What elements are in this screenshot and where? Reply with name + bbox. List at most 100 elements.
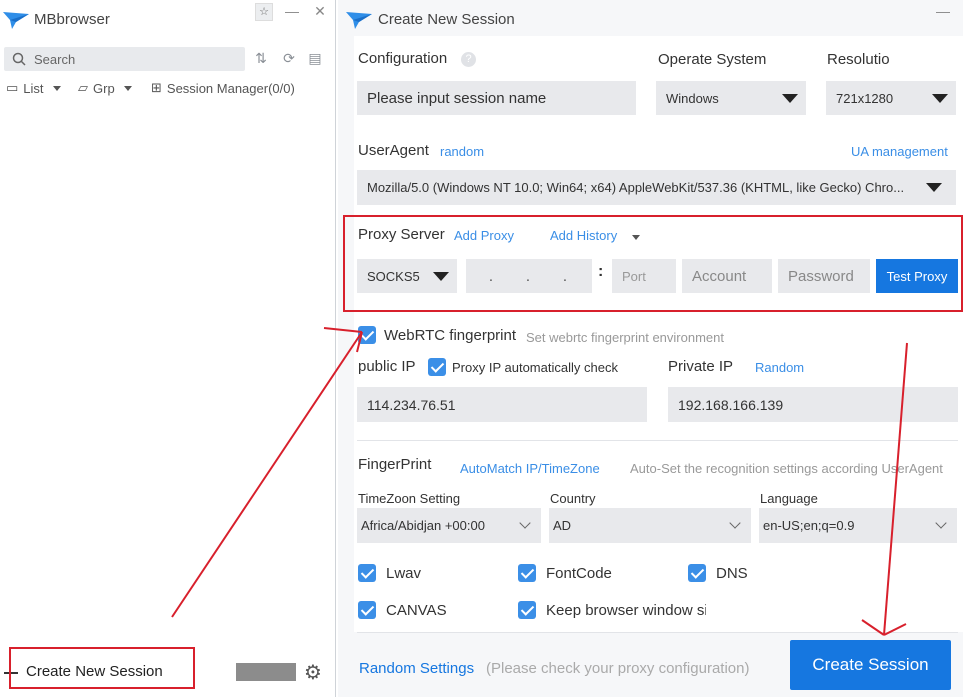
- status-bar-placeholder: [236, 663, 296, 681]
- list-icon: ▭: [6, 80, 19, 95]
- proxy-ip-input[interactable]: . . .: [466, 259, 592, 293]
- chevron-down-icon: [935, 517, 947, 529]
- sync-icon[interactable]: ⟳: [280, 49, 298, 67]
- os-label: Operate System: [658, 51, 767, 68]
- canvas-checkbox[interactable]: [358, 601, 376, 619]
- random-settings-link[interactable]: Random Settings: [359, 660, 474, 677]
- keep-window-checkbox[interactable]: [518, 601, 536, 619]
- timezone-label: TimeZoon Setting: [358, 491, 461, 506]
- ua-management-link[interactable]: UA management: [851, 144, 948, 159]
- folder-icon: ▱: [78, 80, 88, 95]
- view-list-label: List: [23, 80, 44, 96]
- search-input[interactable]: Search: [4, 47, 245, 71]
- chevron-down-icon: [519, 517, 531, 529]
- sort-icon[interactable]: ⇅: [252, 49, 270, 67]
- dialog-title: Create New Session: [378, 11, 515, 28]
- add-proxy-link[interactable]: Add Proxy: [454, 228, 514, 243]
- webrtc-hint: Set webrtc fingerprint environment: [526, 330, 724, 345]
- webrtc-label: WebRTC fingerprint: [384, 327, 516, 344]
- automatch-link[interactable]: AutoMatch IP/TimeZone: [460, 461, 600, 476]
- port-separator: :: [598, 263, 604, 280]
- view-group-toggle[interactable]: ▱ Grp: [78, 80, 132, 96]
- footer-hint: (Please check your proxy configuration): [486, 660, 750, 677]
- resolution-select[interactable]: 721x1280: [826, 81, 956, 115]
- private-ip-input[interactable]: 192.168.166.139: [668, 387, 958, 422]
- close-icon[interactable]: ✕: [311, 3, 329, 20]
- autoset-hint: Auto-Set the recognition settings accord…: [630, 461, 943, 476]
- fontcode-checkbox[interactable]: [518, 564, 536, 582]
- public-ip-label: public IP: [358, 358, 416, 375]
- private-ip-random-link[interactable]: Random: [755, 360, 804, 375]
- session-name-input[interactable]: Please input session name: [357, 81, 636, 115]
- os-value: Windows: [666, 90, 719, 106]
- chevron-down-icon: [123, 85, 132, 91]
- language-select[interactable]: en-US;en;q=0.9: [759, 508, 957, 543]
- view-list-toggle[interactable]: ▭ List: [6, 80, 61, 96]
- useragent-select[interactable]: Mozilla/5.0 (Windows NT 10.0; Win64; x64…: [357, 170, 956, 205]
- lwav-label: Lwav: [386, 565, 422, 582]
- session-manager-tab[interactable]: ⊞ Session Manager(0/0): [151, 80, 295, 96]
- public-ip-value: 114.234.76.51: [367, 396, 456, 413]
- mbbrowser-logo-icon: [346, 12, 372, 29]
- chevron-down-icon: [729, 517, 741, 529]
- gear-icon[interactable]: ⚙: [304, 660, 322, 685]
- fontcode-label: FontCode: [546, 565, 612, 582]
- dropdown-triangle-icon: [433, 272, 449, 281]
- proxy-account-placeholder: Account: [692, 267, 747, 285]
- lwav-checkbox[interactable]: [358, 564, 376, 582]
- dropdown-triangle-icon: [932, 94, 948, 103]
- search-placeholder: Search: [34, 52, 76, 67]
- proxy-type-select[interactable]: SOCKS5: [357, 259, 457, 293]
- fingerprint-label: FingerPrint: [358, 456, 432, 473]
- proxy-server-label: Proxy Server: [358, 226, 445, 243]
- public-ip-input[interactable]: 114.234.76.51: [357, 387, 647, 422]
- country-value: AD: [553, 518, 572, 533]
- country-select[interactable]: AD: [549, 508, 751, 543]
- language-label: Language: [760, 491, 818, 506]
- create-session-button[interactable]: Create Session: [790, 640, 951, 690]
- resolution-value: 721x1280: [836, 90, 894, 106]
- add-history-link[interactable]: Add History: [550, 228, 617, 243]
- footer-divider: [357, 632, 958, 633]
- language-value: en-US;en;q=0.9: [763, 518, 855, 533]
- session-list-panel: MBbrowser ☆ — ✕ Search ⇅ ⟳ ▤ ▭ List ▱ Gr…: [0, 0, 336, 697]
- country-label: Country: [550, 491, 596, 506]
- dropdown-triangle-icon: [782, 94, 798, 103]
- annotation-highlight-create: [9, 647, 195, 689]
- chevron-down-icon[interactable]: [632, 235, 640, 240]
- proxy-port-input[interactable]: Port: [612, 259, 676, 293]
- mbbrowser-logo-icon: [3, 12, 29, 29]
- private-ip-value: 192.168.166.139: [678, 396, 784, 413]
- pin-icon[interactable]: ☆: [255, 3, 273, 21]
- proxy-account-input[interactable]: Account: [682, 259, 772, 293]
- dns-checkbox[interactable]: [688, 564, 706, 582]
- minimize-icon[interactable]: —: [283, 3, 301, 19]
- dns-label: DNS: [716, 565, 748, 582]
- section-divider: [357, 440, 958, 441]
- proxy-ip-check-checkbox[interactable]: [428, 358, 446, 376]
- os-select[interactable]: Windows: [656, 81, 806, 115]
- grid-icon: ⊞: [151, 80, 162, 95]
- chevron-down-icon: [52, 85, 61, 91]
- app-title: MBbrowser: [34, 11, 110, 28]
- private-ip-label: Private IP: [668, 358, 734, 375]
- useragent-value: Mozilla/5.0 (Windows NT 10.0; Win64; x64…: [367, 180, 905, 195]
- session-name-placeholder: Please input session name: [367, 89, 547, 107]
- proxy-type-value: SOCKS5: [367, 268, 420, 284]
- proxy-password-input[interactable]: Password: [778, 259, 870, 293]
- minimize-icon[interactable]: —: [934, 3, 952, 19]
- help-icon[interactable]: ?: [461, 52, 476, 67]
- search-icon: [12, 52, 26, 66]
- proxy-password-placeholder: Password: [788, 267, 854, 285]
- resolution-label: Resolutio: [827, 51, 890, 68]
- timezone-value: Africa/Abidjan +00:00: [361, 518, 485, 533]
- webrtc-checkbox[interactable]: [358, 326, 376, 344]
- canvas-label: CANVAS: [386, 602, 447, 619]
- proxy-ip-check-label: Proxy IP automatically check: [452, 360, 618, 375]
- timezone-select[interactable]: Africa/Abidjan +00:00: [357, 508, 541, 543]
- useragent-random-link[interactable]: random: [440, 144, 484, 159]
- clipboard-icon[interactable]: ▤: [306, 49, 324, 67]
- dropdown-triangle-icon: [926, 183, 942, 192]
- test-proxy-button[interactable]: Test Proxy: [876, 259, 958, 293]
- keep-window-label: Keep browser window si: [546, 602, 706, 619]
